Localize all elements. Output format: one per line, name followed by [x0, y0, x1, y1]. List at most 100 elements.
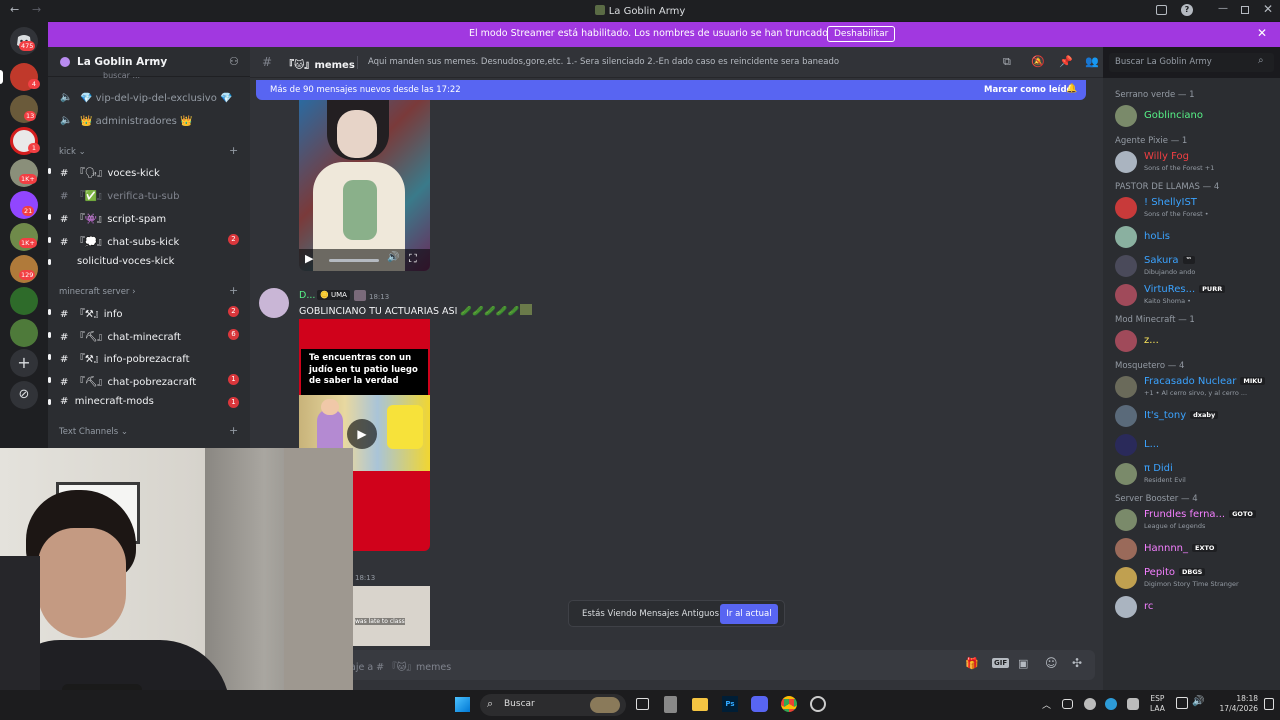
inbox-icon[interactable]	[1156, 5, 1167, 15]
member-avatar	[1115, 538, 1137, 560]
notifications-icon[interactable]: 🔕	[1031, 55, 1045, 68]
video-attachment[interactable]: ▶ 🔊 ⛶	[299, 100, 430, 271]
server-icon[interactable]	[10, 287, 38, 315]
volume-icon[interactable]: 🔊	[387, 252, 399, 263]
discord-taskbar-icon[interactable]	[751, 696, 768, 712]
gift-icon[interactable]: 🎁	[965, 657, 979, 670]
close-window-button[interactable]: ✕	[1263, 2, 1273, 16]
channel-vip[interactable]: 💎 vip-del-vip-del-exclusivo 💎	[80, 93, 232, 104]
invite-icon[interactable]: ⚇	[229, 55, 239, 68]
chat-header: # 『🐱』memes Aqui manden sus memes. Desnud…	[250, 47, 1103, 78]
network-icon[interactable]	[1176, 697, 1188, 709]
channel-info[interactable]: # 『⚒』info	[60, 305, 122, 320]
member-row[interactable]: Goblinciano	[1115, 104, 1275, 128]
role-icon	[354, 290, 366, 301]
server-icon[interactable]	[10, 319, 38, 347]
sticker-icon[interactable]: ▣	[1018, 657, 1028, 670]
clip-attachment[interactable]: was late to class	[353, 586, 430, 646]
member-row[interactable]: z...	[1115, 329, 1275, 353]
category-text-channels[interactable]: Text Channels ⌄	[59, 427, 128, 437]
member-row[interactable]: VirtuRes... PURR Kaito Shoma •	[1115, 283, 1275, 307]
task-view-icon[interactable]	[636, 698, 649, 710]
jump-present-button[interactable]: Ir al actual	[720, 604, 778, 624]
video-progress[interactable]	[329, 259, 379, 262]
member-row[interactable]: π Didi Resident Evil	[1115, 462, 1275, 486]
explore-icon[interactable]: ⊘	[10, 381, 38, 409]
clock[interactable]: 18:18 17/4/2026	[1212, 694, 1258, 714]
member-row[interactable]: Fracasado Nuclear MIKU +1 • Al cerro sirvo…	[1115, 375, 1275, 399]
disable-streamer-button[interactable]: Deshabilitar	[827, 26, 896, 42]
member-list-icon[interactable]: 👥	[1085, 55, 1099, 68]
volume-icon[interactable]: 🔊	[1192, 696, 1204, 707]
emoji-icon[interactable]: ☺	[1045, 656, 1058, 670]
language-indicator[interactable]: ESP LAA	[1150, 694, 1165, 714]
app-icon[interactable]	[810, 696, 826, 712]
member-row[interactable]: ! ShellyIST Sons of the Forest •	[1115, 196, 1275, 220]
start-icon[interactable]	[455, 697, 470, 712]
channel-topic[interactable]: Aqui manden sus memes. Desnudos,gore,etc…	[368, 57, 839, 67]
pinned-icon[interactable]: 📌	[1059, 55, 1073, 68]
member-row[interactable]: It's_tony dxaby	[1115, 404, 1275, 428]
channel-chat-subs[interactable]: # 『💭』chat-subs-kick	[60, 233, 179, 248]
member-row[interactable]: rc	[1115, 595, 1275, 619]
member-avatar	[1115, 330, 1137, 352]
minimize-button[interactable]: —	[1218, 3, 1228, 14]
photoshop-icon[interactable]: Ps	[722, 696, 738, 712]
tray-icon[interactable]	[1127, 698, 1139, 710]
tray-icon[interactable]	[1084, 698, 1096, 710]
chrome-icon[interactable]	[781, 696, 797, 712]
category-minecraft[interactable]: minecraft server ›	[59, 287, 136, 297]
member-row[interactable]: Pepito DBGS Digimon Story Time Stranger	[1115, 566, 1275, 590]
rail-badge: 13	[24, 111, 37, 121]
fullscreen-icon[interactable]: ⛶	[409, 252, 417, 266]
add-channel-icon[interactable]: +	[229, 424, 238, 437]
member-row[interactable]: Frundles ferna... GOTO League of Legends	[1115, 508, 1275, 532]
threads-icon[interactable]: ⧉	[1003, 55, 1011, 69]
member-row[interactable]: Hannnn_ EXTO	[1115, 537, 1275, 561]
message-author[interactable]: D...	[299, 290, 315, 301]
file-explorer-icon[interactable]	[692, 698, 708, 711]
channel-info-pobreza[interactable]: # 『⚒』info-pobrezacraft	[60, 350, 190, 365]
tray-icon[interactable]	[1062, 699, 1073, 709]
new-messages-bar[interactable]: Más de 90 mensajes nuevos desde las 17:2…	[256, 80, 1086, 100]
gif-icon[interactable]: GIF	[992, 658, 1010, 668]
member-activity: Digimon Story Time Stranger	[1144, 580, 1239, 588]
user-avatar[interactable]	[259, 288, 289, 318]
notification-icon[interactable]	[1264, 698, 1274, 710]
channel-admins[interactable]: 👑 administradores 👑	[80, 116, 192, 127]
add-channel-icon[interactable]: +	[229, 144, 238, 157]
close-banner-icon[interactable]: ✕	[1257, 26, 1267, 40]
member-row[interactable]: Sakura ™ Dibujando ando	[1115, 254, 1275, 278]
app-icon[interactable]	[664, 696, 677, 713]
tray-chevron-icon[interactable]: ︿	[1042, 698, 1051, 711]
category-kick[interactable]: kick ⌄	[59, 147, 86, 157]
channel-script-spam[interactable]: # 『👾』script-spam	[60, 210, 166, 225]
message-composer[interactable]: aje a # 『🐱』memes 🎁 GIF ▣ ☺ ✣	[250, 650, 1095, 680]
taskbar-search[interactable]: ⌕ Buscar	[480, 694, 626, 716]
play-icon[interactable]: ▶	[305, 252, 313, 265]
member-row[interactable]: L...	[1115, 433, 1275, 457]
unread-dot	[48, 259, 51, 265]
channel-chat-pobreza[interactable]: # 『⛏』chat-pobrezacraft	[60, 373, 196, 388]
tray-icon[interactable]	[1105, 698, 1117, 710]
add-channel-icon[interactable]: +	[229, 284, 238, 297]
add-server-icon[interactable]: +	[10, 349, 38, 377]
channel-minecraft-mods[interactable]: # minecraft-mods	[60, 396, 154, 407]
member-list: Serrano verde — 1 Goblinciano Agente Pixie…	[1103, 78, 1280, 690]
maximize-button[interactable]	[1241, 6, 1249, 14]
help-icon[interactable]: ?	[1181, 4, 1193, 16]
member-name: hoLis	[1144, 231, 1171, 242]
channel-voces-kick[interactable]: # 『🗣』voces-kick	[60, 164, 160, 179]
search-box[interactable]: Buscar La Goblin Army ⌕	[1109, 53, 1274, 72]
channel-chat-minecraft[interactable]: # 『⛏』chat-minecraft	[60, 328, 181, 343]
channel-verifica[interactable]: # 『✅』verifica-tu-sub	[60, 187, 179, 202]
apps-icon[interactable]: ✣	[1072, 656, 1082, 670]
meme-play-button[interactable]: ▶	[347, 419, 377, 449]
channel-solicitud[interactable]: solicitud-voces-kick	[77, 256, 174, 267]
member-group-title: Agente Pixie — 1	[1115, 136, 1188, 146]
guild-header[interactable]: La Goblin Army ⌄ ⚇	[48, 47, 250, 77]
mark-read-button[interactable]: Marcar como leído	[984, 85, 1072, 95]
message-text: GOBLINCIANO TU ACTUARIAS ASI 🥒🥒🥒🥒🥒	[299, 304, 532, 317]
member-row[interactable]: hoLis	[1115, 225, 1275, 249]
member-row[interactable]: Willy Fog Sons of the Forest +1	[1115, 150, 1275, 174]
